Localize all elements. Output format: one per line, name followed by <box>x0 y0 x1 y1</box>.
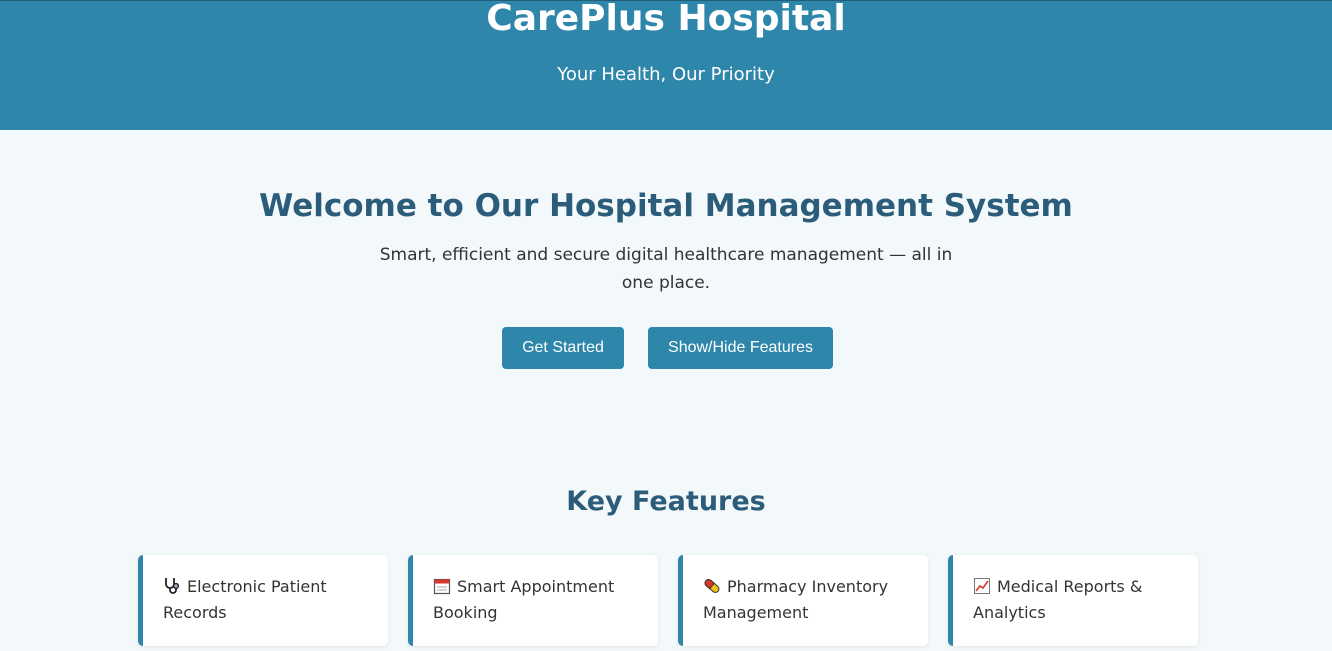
get-started-button[interactable]: Get Started <box>502 327 624 369</box>
feature-card-patient-records: Electronic Patient Records <box>138 555 388 646</box>
stethoscope-icon <box>163 577 181 595</box>
feature-label: Electronic Patient Records <box>163 577 327 622</box>
toggle-features-button[interactable]: Show/Hide Features <box>648 327 833 369</box>
feature-label: Smart Appointment Booking <box>433 577 615 622</box>
calendar-icon <box>433 577 451 595</box>
site-title: CarePlus Hospital <box>486 0 846 39</box>
hero-title: Welcome to Our Hospital Management Syste… <box>259 188 1073 224</box>
site-tagline: Your Health, Our Priority <box>557 64 775 85</box>
pill-icon <box>703 577 721 595</box>
feature-label: Medical Reports & Analytics <box>973 577 1143 622</box>
hero-subtitle: Smart, efficient and secure digital heal… <box>379 245 953 293</box>
chart-increasing-icon <box>973 577 991 595</box>
features-title: Key Features <box>566 486 766 517</box>
feature-card-reports: Medical Reports & Analytics <box>948 555 1198 646</box>
feature-card-appointments: Smart Appointment Booking <box>408 555 658 646</box>
site-header: CarePlus Hospital Your Health, Our Prior… <box>0 0 1332 130</box>
feature-label: Pharmacy Inventory Management <box>703 577 889 622</box>
feature-card-pharmacy: Pharmacy Inventory Management <box>678 555 928 646</box>
